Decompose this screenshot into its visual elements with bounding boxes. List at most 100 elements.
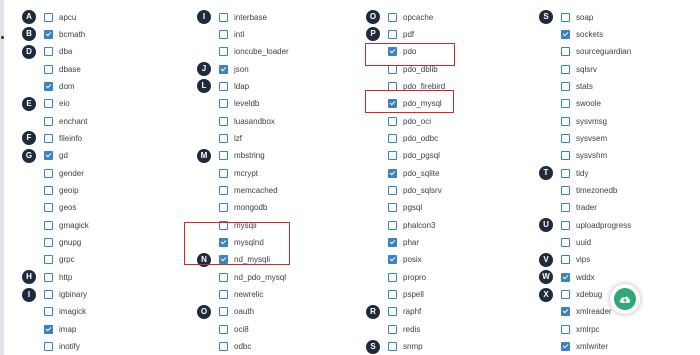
checkbox[interactable] xyxy=(44,186,53,195)
checkbox[interactable] xyxy=(561,99,570,109)
extension-sysvsem[interactable]: sysvsem xyxy=(561,131,607,145)
checkbox[interactable] xyxy=(44,324,53,334)
extension-opcache[interactable]: opcache xyxy=(388,10,433,24)
checkbox[interactable] xyxy=(561,342,570,352)
extension-posix[interactable]: posix xyxy=(388,253,422,267)
checkbox[interactable] xyxy=(388,238,397,248)
extension-pdf[interactable]: pdf xyxy=(388,27,414,41)
extension-timezonedb[interactable]: timezonedb xyxy=(561,184,617,198)
extension-geos[interactable]: geos xyxy=(44,201,76,215)
checkbox[interactable] xyxy=(219,324,228,334)
extension-inotify[interactable]: inotify xyxy=(44,340,80,354)
extension-dbase[interactable]: dbase xyxy=(44,62,81,76)
extension-gd[interactable]: gd xyxy=(44,149,68,163)
checkbox[interactable] xyxy=(388,12,397,22)
checkbox[interactable] xyxy=(561,203,570,213)
checkbox[interactable] xyxy=(44,168,53,178)
checkbox[interactable] xyxy=(388,168,397,178)
checkbox[interactable] xyxy=(219,168,228,178)
extension-oauth[interactable]: oauth xyxy=(219,305,254,319)
checkbox[interactable] xyxy=(388,151,397,161)
checkbox[interactable] xyxy=(44,203,53,213)
checkbox[interactable] xyxy=(44,220,53,230)
extension-dba[interactable]: dba xyxy=(44,45,72,59)
extension-fileinfo[interactable]: fileinfo xyxy=(44,131,82,145)
checkbox[interactable] xyxy=(219,186,228,195)
extension-pdo-sqlite[interactable]: pdo_sqlite xyxy=(388,166,439,180)
checkbox[interactable] xyxy=(44,133,53,143)
checkbox[interactable] xyxy=(561,168,570,178)
extension-mongodb[interactable]: mongodb xyxy=(219,201,267,215)
checkbox[interactable] xyxy=(561,151,570,161)
checkbox[interactable] xyxy=(219,342,228,352)
checkbox[interactable] xyxy=(388,342,397,352)
extension-ioncube-loader[interactable]: ioncube_loader xyxy=(219,45,289,59)
extension-imagick[interactable]: imagick xyxy=(44,305,86,319)
extension-bcmath[interactable]: bcmath xyxy=(44,27,85,41)
checkbox[interactable] xyxy=(561,47,570,57)
checkbox[interactable] xyxy=(219,81,228,91)
extension-eio[interactable]: eio xyxy=(44,97,70,111)
checkbox[interactable] xyxy=(44,151,53,161)
extension-stats[interactable]: stats xyxy=(561,79,593,93)
checkbox[interactable] xyxy=(219,203,228,213)
checkbox[interactable] xyxy=(561,64,570,74)
checkbox[interactable] xyxy=(44,238,53,248)
extension-igbinary[interactable]: igbinary xyxy=(44,288,87,302)
extension-uuid[interactable]: uuid xyxy=(561,236,591,250)
extension-memcached[interactable]: memcached xyxy=(219,184,278,198)
checkbox[interactable] xyxy=(44,99,53,109)
extension-odbc[interactable]: odbc xyxy=(219,340,251,354)
checkbox[interactable] xyxy=(44,116,53,126)
extension-nd-pdo-mysql[interactable]: nd_pdo_mysql xyxy=(219,270,286,284)
checkbox[interactable] xyxy=(44,47,53,57)
checkbox[interactable] xyxy=(219,64,228,74)
checkbox[interactable] xyxy=(219,116,228,126)
checkbox[interactable] xyxy=(561,186,570,195)
extension-xmlrpc[interactable]: xmlrpc xyxy=(561,322,600,336)
extension-leveldb[interactable]: leveldb xyxy=(219,97,259,111)
extension-newrelic[interactable]: newrelic xyxy=(219,288,263,302)
checkbox[interactable] xyxy=(561,133,570,143)
extension-uploadprogress[interactable]: uploadprogress xyxy=(561,218,631,232)
extension-pgsql[interactable]: pgsql xyxy=(388,201,422,215)
checkbox[interactable] xyxy=(219,47,228,57)
extension-sockets[interactable]: sockets xyxy=(561,27,603,41)
extension-tidy[interactable]: tidy xyxy=(561,166,588,180)
checkbox[interactable] xyxy=(561,238,570,248)
extension-ldap[interactable]: ldap xyxy=(219,79,249,93)
checkbox[interactable] xyxy=(219,99,228,109)
checkbox[interactable] xyxy=(219,307,228,317)
extension-wddx[interactable]: wddx xyxy=(561,270,595,284)
extension-xmlwriter[interactable]: xmlwriter xyxy=(561,340,608,354)
extension-xdebug[interactable]: xdebug xyxy=(561,288,602,302)
extension-sysvmsg[interactable]: sysvmsg xyxy=(561,114,607,128)
checkbox[interactable] xyxy=(44,290,53,300)
checkbox[interactable] xyxy=(219,133,228,143)
extension-pdo-sqlsrv[interactable]: pdo_sqlsrv xyxy=(388,184,442,198)
extension-imap[interactable]: imap xyxy=(44,322,76,336)
checkbox[interactable] xyxy=(561,272,570,282)
checkbox[interactable] xyxy=(388,29,397,39)
extension-dom[interactable]: dom xyxy=(44,79,75,93)
extension-http[interactable]: http xyxy=(44,270,72,284)
extension-sysvshm[interactable]: sysvshm xyxy=(561,149,607,163)
extension-phalcon3[interactable]: phalcon3 xyxy=(388,218,435,232)
checkbox[interactable] xyxy=(44,255,53,265)
checkbox[interactable] xyxy=(388,307,397,317)
extension-sqlsrv[interactable]: sqlsrv xyxy=(561,62,597,76)
checkbox[interactable] xyxy=(561,255,570,265)
extension-pspell[interactable]: pspell xyxy=(388,288,424,302)
extension-vips[interactable]: vips xyxy=(561,253,590,267)
checkbox[interactable] xyxy=(561,290,570,300)
checkbox[interactable] xyxy=(388,324,397,334)
floating-action-button[interactable] xyxy=(610,284,640,314)
extension-intl[interactable]: intl xyxy=(219,27,244,41)
checkbox[interactable] xyxy=(44,81,53,91)
checkbox[interactable] xyxy=(561,12,570,22)
extension-gender[interactable]: gender xyxy=(44,166,84,180)
extension-lzf[interactable]: lzf xyxy=(219,131,242,145)
checkbox[interactable] xyxy=(44,307,53,317)
extension-raphf[interactable]: raphf xyxy=(388,305,421,319)
checkbox[interactable] xyxy=(44,64,53,74)
